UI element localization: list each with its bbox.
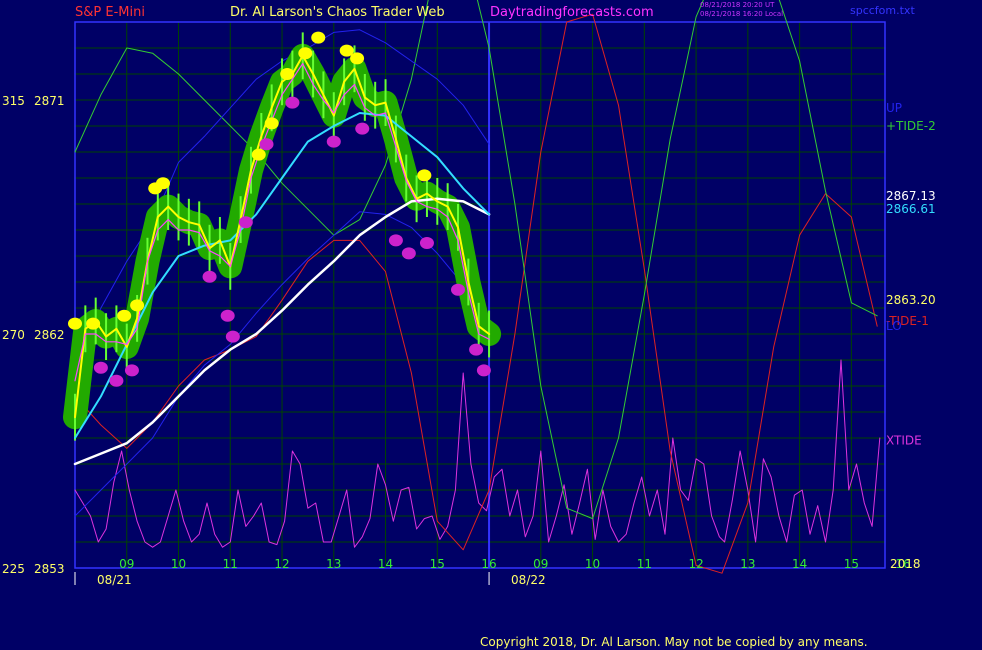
magenta-dot <box>220 309 235 322</box>
x-tick-hour: 10 <box>585 557 600 571</box>
yellow-dot <box>155 177 170 190</box>
magenta-dot <box>109 374 124 387</box>
timestamp-local: 08/21/2018 16:20 Local <box>700 10 784 18</box>
y-tick-price: 2871 <box>34 94 65 108</box>
chart-canvas: 315 2871 270 2862 225 2853 09 10 11 12 13 14 15 16 09 1… <box>2 0 936 587</box>
yellow-dot <box>264 117 279 130</box>
yellow-dot <box>68 317 82 330</box>
y-tick-scale: 225 <box>2 562 25 576</box>
x-tick-hour: 11 <box>637 557 652 571</box>
yellow-dot <box>350 52 365 65</box>
x-tick-hour: 12 <box>688 557 703 571</box>
magenta-dot <box>401 247 416 260</box>
magenta-dot <box>476 364 491 377</box>
yellow-dot <box>417 169 432 182</box>
site-title: Dr. Al Larson's Chaos Trader Web <box>230 5 445 20</box>
yellow-dot <box>86 317 101 330</box>
yellow-dot <box>280 68 295 80</box>
magenta-dot <box>451 283 466 296</box>
timestamp-ut: 08/21/2018 20:20 UT <box>700 1 775 9</box>
series-xtide <box>74 359 881 548</box>
x-tick-hour: 13 <box>740 557 755 571</box>
magenta-dot <box>259 138 274 151</box>
x-tick-hour: 14 <box>792 557 807 571</box>
chart-title: S&P E-Mini <box>75 5 145 20</box>
magenta-dot <box>225 330 240 343</box>
x-date-label: 08/22 <box>511 573 546 587</box>
yellow-dot <box>130 299 145 312</box>
site-link[interactable]: Daytradingforecasts.com <box>490 5 654 20</box>
chart-screen: 315 2871 270 2862 225 2853 09 10 11 12 13 14 15 16 09 1… <box>0 0 982 650</box>
x-tick-hour: 15 <box>430 557 445 571</box>
x-tick-hour: 15 <box>844 557 859 571</box>
magenta-dot <box>469 343 484 356</box>
x-tick-hour: 11 <box>223 557 238 571</box>
series-end-label: 2867.13 <box>886 189 936 203</box>
series-end-label: LO <box>886 319 902 333</box>
yellow-dot <box>311 31 326 44</box>
magenta-dot <box>124 364 139 377</box>
series-end-label: UP <box>886 101 902 115</box>
x-year-label: 2018 <box>890 557 921 571</box>
x-date-label: 08/21 <box>97 573 132 587</box>
x-tick-hour: 09 <box>119 557 134 571</box>
y-tick-price: 2853 <box>34 562 65 576</box>
yellow-dot <box>298 47 313 60</box>
yellow-dot <box>117 309 132 322</box>
magenta-dot <box>202 270 217 283</box>
x-tick-hour: 14 <box>378 557 393 571</box>
x-tick-hour: 13 <box>326 557 341 571</box>
series-end-label: 2866.61 <box>886 202 936 216</box>
y-tick-scale: 315 <box>2 94 25 108</box>
magenta-dot <box>93 361 108 374</box>
y-tick-price: 2862 <box>34 328 65 342</box>
series-end-label: +TIDE-2 <box>886 119 936 133</box>
magenta-dot <box>326 135 341 148</box>
plot-layer <box>63 0 881 574</box>
file-name: spccfom.txt <box>850 4 915 17</box>
series-end-label: XTIDE <box>886 434 922 448</box>
magenta-dot <box>419 237 434 249</box>
magenta-dot <box>355 122 370 135</box>
axis-layer: 315 2871 270 2862 225 2853 09 10 11 12 13 14 15 16 09 1… <box>2 94 936 587</box>
x-tick-hour: 16 <box>481 557 496 571</box>
magenta-dot <box>388 234 403 247</box>
yellow-dot <box>251 148 266 161</box>
magenta-dot <box>285 96 300 109</box>
magenta-dot <box>238 216 253 229</box>
y-tick-scale: 270 <box>2 328 25 342</box>
x-tick-hour: 09 <box>533 557 548 571</box>
x-tick-hour: 12 <box>274 557 289 571</box>
copyright: Copyright 2018, Dr. Al Larson. May not b… <box>480 635 868 649</box>
series-end-label: 2863.20 <box>886 293 936 307</box>
x-tick-hour: 10 <box>171 557 186 571</box>
